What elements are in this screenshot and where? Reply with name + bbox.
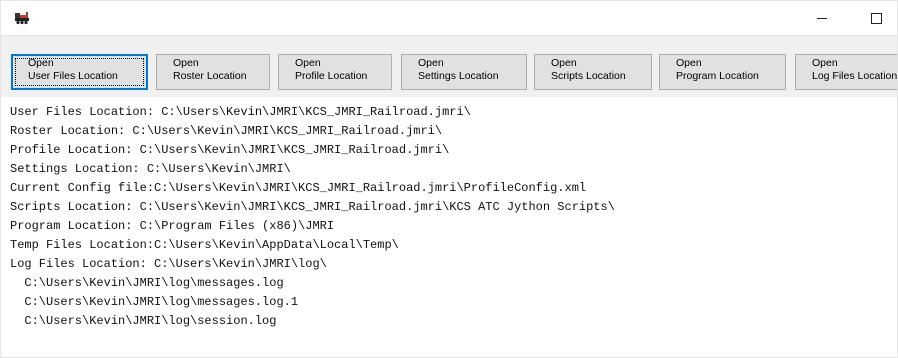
profile-location-line: Profile Location: C:\Users\Kevin\JMRI\KC…	[10, 143, 450, 157]
button-line1: Open	[173, 57, 199, 69]
button-line2: User Files Location	[28, 70, 118, 82]
program-location-line: Program Location: C:\Program Files (x86)…	[10, 219, 335, 233]
minimize-icon	[817, 17, 827, 19]
current-config-file-line: Current Config file:C:\Users\Kevin\JMRI\…	[10, 181, 587, 195]
maximize-button[interactable]	[853, 1, 897, 35]
button-line2: Settings Location	[418, 70, 499, 82]
title-bar[interactable]	[1, 1, 897, 35]
user-files-location-line: User Files Location: C:\Users\Kevin\JMRI…	[10, 105, 471, 119]
button-line1: Open	[551, 57, 577, 69]
button-line2: Roster Location	[173, 70, 247, 82]
jmri-locations-window: Open User Files Location Open Roster Loc…	[0, 0, 898, 358]
button-line2: Scripts Location	[551, 70, 626, 82]
log-file-entry: C:\Users\Kevin\JMRI\log\messages.log	[10, 276, 284, 290]
button-line1: Open	[295, 57, 321, 69]
log-files-location-line: Log Files Location: C:\Users\Kevin\JMRI\…	[10, 257, 327, 271]
button-line1: Open	[418, 57, 444, 69]
open-settings-location-button[interactable]: Open Settings Location	[401, 54, 527, 90]
roster-location-line: Roster Location: C:\Users\Kevin\JMRI\KCS…	[10, 124, 443, 138]
toolbar: Open User Files Location Open Roster Loc…	[1, 35, 898, 98]
maximize-icon	[870, 12, 882, 24]
button-line1: Open	[812, 57, 838, 69]
button-line1: Open	[28, 57, 54, 69]
open-scripts-location-button[interactable]: Open Scripts Location	[534, 54, 652, 90]
open-log-files-location-button[interactable]: Open Log Files Location	[795, 54, 898, 90]
scripts-location-line: Scripts Location: C:\Users\Kevin\JMRI\KC…	[10, 200, 615, 214]
jmri-locomotive-icon	[14, 11, 30, 25]
open-profile-location-button[interactable]: Open Profile Location	[278, 54, 392, 90]
button-line2: Log Files Location	[812, 70, 898, 82]
minimize-button[interactable]	[799, 1, 845, 35]
button-line1: Open	[676, 57, 702, 69]
open-roster-location-button[interactable]: Open Roster Location	[156, 54, 270, 90]
open-user-files-location-button[interactable]: Open User Files Location	[11, 54, 148, 90]
button-line2: Program Location	[676, 70, 759, 82]
temp-files-location-line: Temp Files Location:C:\Users\Kevin\AppDa…	[10, 238, 399, 252]
log-file-entry: C:\Users\Kevin\JMRI\log\session.log	[10, 314, 277, 328]
button-line2: Profile Location	[295, 70, 368, 82]
locations-text-area[interactable]: User Files Location: C:\Users\Kevin\JMRI…	[1, 97, 897, 357]
open-program-location-button[interactable]: Open Program Location	[659, 54, 786, 90]
log-file-entry: C:\Users\Kevin\JMRI\log\messages.log.1	[10, 295, 299, 309]
settings-location-line: Settings Location: C:\Users\Kevin\JMRI\	[10, 162, 291, 176]
